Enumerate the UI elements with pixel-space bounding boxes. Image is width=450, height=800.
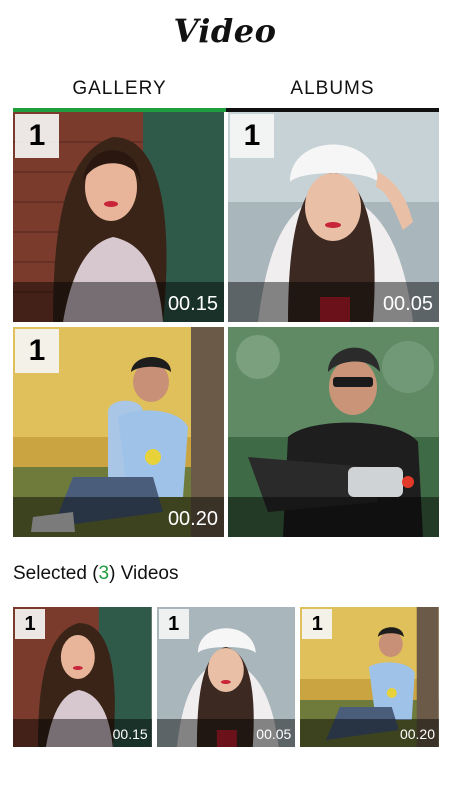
video-duration: 00.05 bbox=[382, 293, 433, 315]
selected-videos-strip: 1 00.15 1 00.05 1 00.20 bbox=[13, 607, 440, 747]
video-duration: 00.05 bbox=[256, 726, 292, 742]
selected-video-thumbnail[interactable]: 1 00.05 bbox=[156, 607, 296, 747]
selected-suffix: ) Videos bbox=[109, 563, 179, 584]
video-duration: 00.15 bbox=[167, 293, 218, 315]
video-thumbnail[interactable] bbox=[228, 327, 439, 537]
video-gallery-grid: 1 00.15 1 00.05 1 00.20 bbox=[13, 112, 439, 537]
tab-gallery[interactable]: GALLERY bbox=[13, 74, 226, 112]
app-header: Video bbox=[0, 0, 450, 62]
selection-count-badge: 1 bbox=[158, 609, 189, 639]
tab-bar: GALLERY ALBUMS bbox=[13, 74, 439, 112]
selected-count: 3 bbox=[98, 563, 110, 584]
tab-albums-label: ALBUMS bbox=[290, 78, 375, 99]
video-duration: 00.20 bbox=[399, 726, 436, 742]
selection-count-badge: 1 bbox=[230, 114, 274, 158]
selected-video-thumbnail[interactable]: 1 00.20 bbox=[300, 607, 440, 747]
page-title: Video bbox=[173, 12, 277, 50]
tab-gallery-label: GALLERY bbox=[72, 78, 167, 99]
duration-overlay bbox=[228, 497, 439, 537]
video-duration: 00.20 bbox=[167, 508, 218, 530]
selected-prefix: Selected ( bbox=[13, 563, 99, 584]
selection-count-badge: 1 bbox=[15, 114, 59, 158]
selection-count-badge: 1 bbox=[302, 609, 333, 639]
video-thumbnail[interactable]: 1 00.15 bbox=[13, 112, 224, 322]
video-thumbnail[interactable]: 1 00.20 bbox=[13, 327, 224, 537]
selection-count-badge: 1 bbox=[15, 609, 45, 639]
selection-count-badge: 1 bbox=[15, 329, 59, 373]
video-duration: 00.15 bbox=[112, 726, 148, 742]
video-thumbnail[interactable]: 1 00.05 bbox=[228, 112, 439, 322]
selected-video-thumbnail[interactable]: 1 00.15 bbox=[13, 607, 152, 747]
tab-albums[interactable]: ALBUMS bbox=[226, 74, 439, 112]
selected-videos-label: Selected (3) Videos bbox=[13, 563, 178, 585]
